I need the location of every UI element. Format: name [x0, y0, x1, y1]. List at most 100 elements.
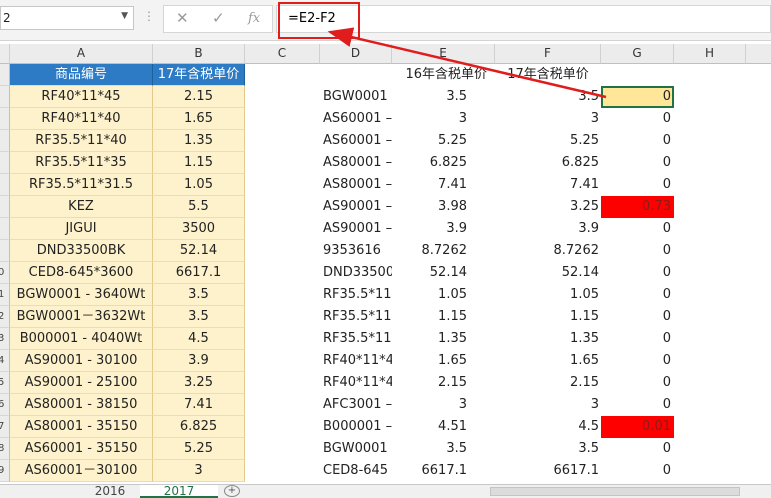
cell-difference[interactable]: 0 [601, 284, 674, 306]
row-header[interactable] [0, 196, 10, 218]
cell-price-2017-f[interactable]: 1.15 [495, 306, 601, 328]
row-header[interactable] [0, 64, 10, 86]
cell-d-code[interactable]: AS90001 – [320, 218, 392, 240]
function-icon[interactable]: fx [248, 11, 260, 26]
check-icon[interactable]: ✓ [212, 9, 225, 27]
column-header-d[interactable]: D [320, 44, 392, 64]
cell-price-2016[interactable]: 7.41 [392, 174, 495, 196]
column-header-c[interactable]: C [245, 44, 320, 64]
cell-price-2017-f[interactable]: 3.5 [495, 86, 601, 108]
cell-d-code[interactable]: CED8-645 [320, 460, 392, 482]
row-header[interactable] [0, 108, 10, 130]
cell-difference[interactable]: 0 [601, 460, 674, 482]
cell-price-2017[interactable]: 52.14 [153, 240, 245, 262]
cell-d-code[interactable]: AS60001 – [320, 130, 392, 152]
cell-price-2017-f[interactable]: 1.35 [495, 328, 601, 350]
cell-d-code[interactable]: BGW0001 - [320, 438, 392, 460]
cell-price-2017[interactable]: 7.41 [153, 394, 245, 416]
column-header-b[interactable]: B [153, 44, 245, 64]
cell-price-2017-f[interactable]: 6617.1 [495, 460, 601, 482]
column-header-h[interactable]: H [674, 44, 746, 64]
column-header-a[interactable]: A [10, 44, 153, 64]
horizontal-scrollbar[interactable] [490, 487, 740, 496]
cell-product-code[interactable]: KEZ [10, 196, 153, 218]
cancel-icon[interactable]: ✕ [176, 9, 189, 27]
header-cell-price-2016[interactable]: 16年含税单价 [392, 64, 495, 86]
cell-product-code[interactable]: AS80001 - 38150 [10, 394, 153, 416]
cell-d-code[interactable]: BGW0001 - [320, 86, 392, 108]
cell-product-code[interactable]: RF40*11*40 [10, 108, 153, 130]
cell-difference[interactable]: 0 [601, 306, 674, 328]
cell-price-2016[interactable]: 3.5 [392, 86, 495, 108]
cell-price-2016[interactable]: 2.15 [392, 372, 495, 394]
cell-price-2016[interactable]: 1.15 [392, 306, 495, 328]
cell-d-code[interactable]: DND33500 [320, 262, 392, 284]
row-header[interactable]: 4 [0, 350, 10, 372]
column-header-e[interactable]: E [392, 44, 495, 64]
cell-price-2016[interactable]: 1.35 [392, 328, 495, 350]
cell-price-2017[interactable]: 1.35 [153, 130, 245, 152]
cell-price-2016[interactable]: 1.65 [392, 350, 495, 372]
cell-price-2017-f[interactable]: 8.7262 [495, 240, 601, 262]
cell-difference[interactable]: 0 [601, 174, 674, 196]
cell-d-code[interactable]: 9353616 [320, 240, 392, 262]
row-header[interactable]: 9 [0, 460, 10, 482]
row-header[interactable]: 5 [0, 372, 10, 394]
cell-price-2017[interactable]: 3.9 [153, 350, 245, 372]
cell-product-code[interactable]: RF35.5*11*31.5 [10, 174, 153, 196]
cell-difference[interactable]: 0 [601, 218, 674, 240]
row-header[interactable]: 7 [0, 416, 10, 438]
cell-product-code[interactable]: DND33500BK [10, 240, 153, 262]
cell-price-2017-f[interactable]: 3 [495, 394, 601, 416]
select-all-corner[interactable] [0, 44, 10, 64]
add-sheet-icon[interactable]: + [224, 485, 240, 497]
cell-d-code[interactable]: RF35.5*11* [320, 328, 392, 350]
cell-difference[interactable]: 0 [601, 394, 674, 416]
cell-price-2016[interactable]: 1.05 [392, 284, 495, 306]
cell-difference[interactable]: 0.01 [601, 416, 674, 438]
row-header[interactable]: 3 [0, 328, 10, 350]
cell-price-2016[interactable]: 3.5 [392, 438, 495, 460]
cell-price-2017[interactable]: 3.5 [153, 306, 245, 328]
cell-product-code[interactable]: AS80001 - 35150 [10, 416, 153, 438]
cell-price-2017-f[interactable]: 5.25 [495, 130, 601, 152]
row-header[interactable]: 0 [0, 262, 10, 284]
cell-d-code[interactable]: AS80001 – [320, 152, 392, 174]
cell-price-2016[interactable]: 3.98 [392, 196, 495, 218]
cell-price-2017-f[interactable]: 7.41 [495, 174, 601, 196]
cell-price-2017[interactable]: 1.65 [153, 108, 245, 130]
cell-price-2016[interactable]: 6617.1 [392, 460, 495, 482]
cell-price-2016[interactable]: 4.51 [392, 416, 495, 438]
header-cell-price-2017-f[interactable]: 17年含税单价 [495, 64, 601, 86]
cell-price-2017[interactable]: 3500 [153, 218, 245, 240]
cell-difference[interactable]: 0 [601, 152, 674, 174]
cell-difference[interactable]: 0 [601, 108, 674, 130]
row-header[interactable]: 1 [0, 284, 10, 306]
cell-price-2017-f[interactable]: 6.825 [495, 152, 601, 174]
cell-product-code[interactable]: AS90001 - 30100 [10, 350, 153, 372]
chevron-down-icon[interactable]: ▼ [121, 11, 128, 21]
cell-d-code[interactable]: AFC3001 – [320, 394, 392, 416]
cell-product-code[interactable]: AS60001 - 35150 [10, 438, 153, 460]
cell-price-2016[interactable]: 5.25 [392, 130, 495, 152]
cell-price-2016[interactable]: 3 [392, 108, 495, 130]
row-header[interactable] [0, 152, 10, 174]
cell-product-code[interactable]: JIGUI [10, 218, 153, 240]
cell-price-2017[interactable]: 3.5 [153, 284, 245, 306]
cell-price-2017-f[interactable]: 3.9 [495, 218, 601, 240]
cell-price-2016[interactable]: 3 [392, 394, 495, 416]
column-header-g[interactable]: G [601, 44, 674, 64]
cell-product-code[interactable]: RF35.5*11*40 [10, 130, 153, 152]
cell-d-code[interactable]: RF40*11*4 [320, 372, 392, 394]
cell-difference[interactable]: 0 [601, 262, 674, 284]
cell-product-code[interactable]: B000001 - 4040Wt [10, 328, 153, 350]
cell-price-2017[interactable]: 6.825 [153, 416, 245, 438]
cell-d-code[interactable]: RF40*11*4 [320, 350, 392, 372]
cell-price-2017[interactable]: 5.25 [153, 438, 245, 460]
cell-d-code[interactable]: AS90001 – [320, 196, 392, 218]
cell-price-2017[interactable]: 3.25 [153, 372, 245, 394]
cell-d-code[interactable]: AS60001 – [320, 108, 392, 130]
row-header[interactable] [0, 218, 10, 240]
cell-product-code[interactable]: BGW0001－3632Wt [10, 306, 153, 328]
cell-d-code[interactable]: AS80001 – [320, 174, 392, 196]
